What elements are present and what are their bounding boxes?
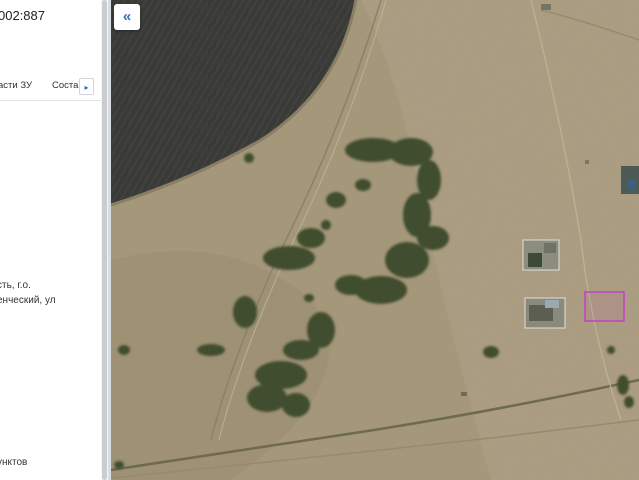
tabs-divider (0, 100, 108, 101)
panel-tabs: асти ЗУ Соста ▸ (0, 78, 108, 101)
panel-bottom-text: унктов (0, 457, 28, 468)
collapse-panel-button[interactable]: « (114, 4, 140, 30)
panel-scrollbar-thumb[interactable] (102, 0, 107, 480)
satellite-map[interactable] (111, 0, 639, 480)
satellite-imagery (111, 0, 639, 480)
address-line-1: сть, г.о. (0, 280, 31, 291)
tab-land-parts[interactable]: асти ЗУ (0, 80, 32, 91)
cadastral-number-title: 002:887 (0, 8, 45, 23)
tab-scroll-right-icon[interactable]: ▸ (79, 78, 94, 95)
address-line-2: енческий, ул (0, 295, 56, 306)
info-panel: 002:887 асти ЗУ Соста ▸ сть, г.о. енческ… (0, 0, 108, 480)
tab-composition[interactable]: Соста (52, 80, 78, 91)
